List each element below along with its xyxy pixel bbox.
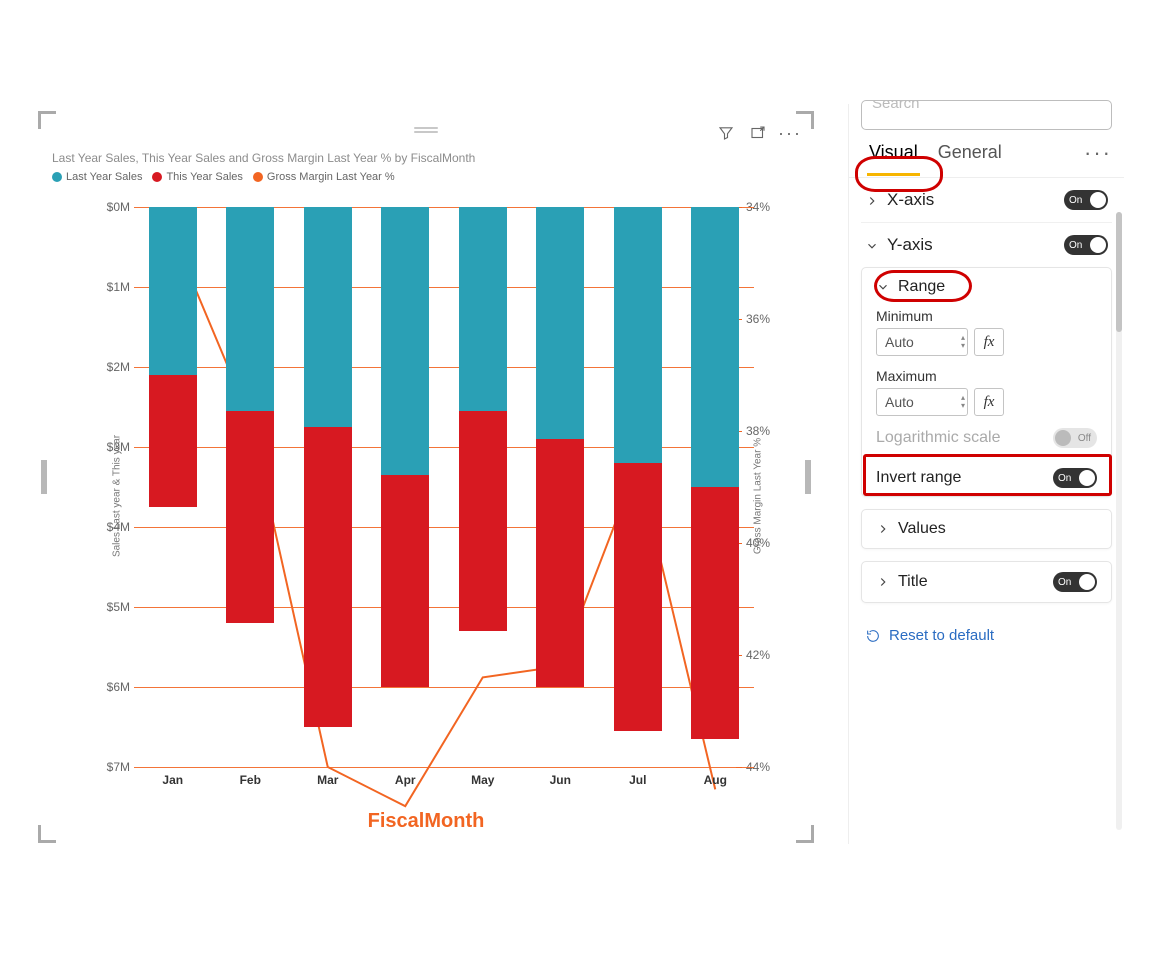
reset-icon [865,628,881,644]
bar-this-year[interactable] [614,463,662,731]
minimum-input[interactable]: Auto ▴▾ [876,328,968,356]
more-options-icon[interactable]: ··· [780,123,800,143]
stepper-down-icon[interactable]: ▾ [961,402,965,410]
format-tabs: Visual General ··· [849,138,1124,178]
chart-plot-area: JanFebMarAprMayJunJulAug [134,207,754,767]
invert-range-toggle[interactable]: On [1053,468,1097,488]
log-scale-label: Logarithmic scale [876,429,1001,447]
yaxis-toggle[interactable]: On [1064,235,1108,255]
x-tick: Jun [550,767,571,787]
title-header[interactable]: Title On [862,562,1111,602]
drag-grip-icon[interactable] [414,127,438,133]
y-tick: $4M [107,520,130,534]
yaxis-section-header[interactable]: Y-axis On [861,222,1112,267]
y-tick: $7M [107,760,130,774]
bar-this-year[interactable] [536,439,584,687]
bar-last-year[interactable] [381,207,429,475]
y-axis-left: $0M$1M$2M$3M$4M$5M$6M$7M [86,207,134,767]
maximum-fx-button[interactable]: fx [974,388,1004,416]
chart-visual-card[interactable]: ··· Last Year Sales, This Year Sales and… [44,117,808,837]
x-tick: Apr [395,767,416,787]
maximum-input[interactable]: Auto ▴▾ [876,388,968,416]
x-tick: Mar [317,767,338,787]
pane-scrollbar[interactable] [1116,212,1122,830]
x-tick: May [471,767,494,787]
bar-last-year[interactable] [614,207,662,463]
x-tick: Feb [240,767,261,787]
bar-this-year[interactable] [226,411,274,623]
y-tick: $5M [107,600,130,614]
chevron-right-icon [865,193,879,207]
bar-last-year[interactable] [149,207,197,375]
tab-visual[interactable]: Visual [861,138,926,167]
minimum-fx-button[interactable]: fx [974,328,1004,356]
x-tick: Aug [704,767,727,787]
bar-this-year[interactable] [691,487,739,739]
chevron-right-icon [876,522,890,536]
yaxis-range-card: Range Minimum Auto ▴▾ fx Maximum Auto ▴▾… [861,267,1112,497]
title-card: Title On [861,561,1112,603]
bar-last-year[interactable] [304,207,352,427]
resize-handle-left[interactable] [41,460,47,494]
chevron-down-icon [865,238,879,252]
tab-more-icon[interactable]: ··· [1084,140,1112,166]
bar-this-year[interactable] [459,411,507,631]
bar-last-year[interactable] [536,207,584,439]
bar-last-year[interactable] [691,207,739,487]
maximum-label: Maximum [876,368,1097,384]
bar-last-year[interactable] [459,207,507,411]
focus-mode-icon[interactable] [748,123,768,143]
bar-this-year[interactable] [304,427,352,727]
invert-range-label: Invert range [876,469,961,487]
xaxis-section-header[interactable]: X-axis On [861,178,1112,222]
x-tick: Jan [162,767,183,787]
y-tick: $3M [107,440,130,454]
values-header[interactable]: Values [862,510,1111,548]
stepper-down-icon[interactable]: ▾ [961,342,965,350]
chart-legend: Last Year Sales This Year Sales Gross Ma… [44,165,808,185]
x-tick: Jul [629,767,646,787]
y-tick: $0M [107,200,130,214]
filter-icon[interactable] [716,123,736,143]
chevron-down-icon [876,280,890,294]
log-scale-toggle: Off [1053,428,1097,448]
xaxis-toggle[interactable]: On [1064,190,1108,210]
search-input[interactable]: Search [861,100,1112,130]
title-toggle[interactable]: On [1053,572,1097,592]
values-card: Values [861,509,1112,549]
y-tick: $1M [107,280,130,294]
bar-last-year[interactable] [226,207,274,411]
x-axis-title: FiscalMonth [44,810,808,833]
format-pane: Search Visual General ··· X-axis On Y-ax… [848,104,1124,844]
chevron-right-icon [876,575,890,589]
y-tick: $2M [107,360,130,374]
resize-handle-right[interactable] [805,460,811,494]
minimum-label: Minimum [876,308,1097,324]
range-header[interactable]: Range [862,268,1111,306]
bar-this-year[interactable] [149,375,197,507]
chart-title: Last Year Sales, This Year Sales and Gro… [44,149,808,165]
y-tick: $6M [107,680,130,694]
bar-this-year[interactable] [381,475,429,687]
reset-to-default-button[interactable]: Reset to default [849,615,1124,656]
tab-general[interactable]: General [930,138,1010,167]
